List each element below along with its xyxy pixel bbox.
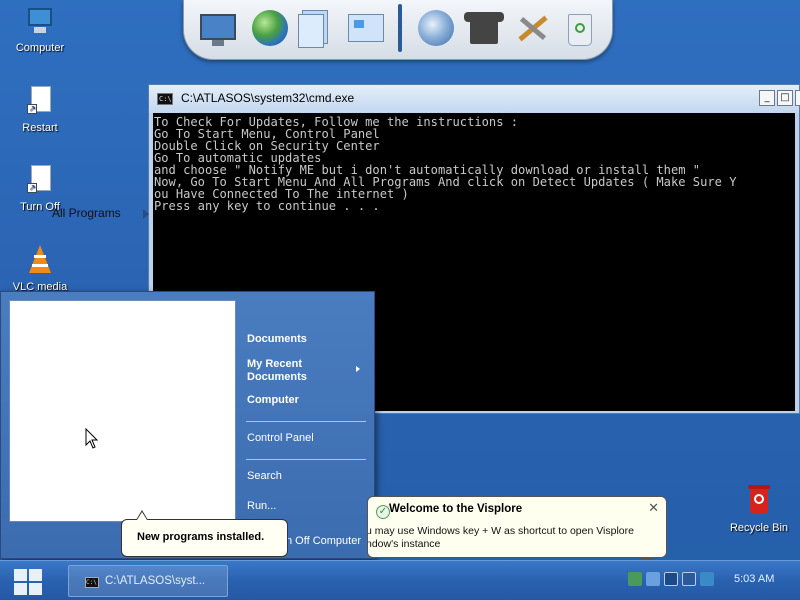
console-line: Press any key to continue . . . [154,199,380,213]
console-icon: C:\ [157,93,173,105]
start-menu-documents[interactable]: Documents [247,333,307,345]
dock-separator [398,4,402,52]
shortcut-document-icon: ↗ [23,84,57,118]
console-icon: C:\ [85,577,99,588]
mouse-pointer-icon [85,428,99,449]
cmd-window-title: C:\ATLASOS\system32\cmd.exe [181,91,355,105]
close-button[interactable]: ✕ [795,90,800,106]
vlc-cone-icon [23,243,57,277]
desktop-icon-label: Restart [22,122,58,134]
start-menu-run[interactable]: Run... [247,500,276,512]
start-menu-turn-off[interactable]: n Off Computer [286,535,361,547]
minimize-button[interactable]: _ [759,90,775,106]
tooltip-text: New programs installed. [137,531,265,543]
new-programs-tooltip: New programs installed. [121,519,288,557]
start-menu-programs-pane [9,300,236,522]
computer-icon [23,4,57,38]
start-menu-recent-documents[interactable]: My Recent [247,358,302,370]
all-programs-arrow-icon [143,209,149,219]
recycle-bin-icon[interactable] [558,6,602,50]
desktop-icon-computer[interactable]: Computer [0,4,80,54]
balloon-close-button[interactable]: ✕ [648,500,659,516]
start-menu-control-panel[interactable]: Control Panel [247,432,314,444]
balloon-line: u may use Windows key + W as shortcut to… [367,525,634,537]
start-menu-divider [246,421,366,422]
taskbar-clock[interactable]: 5:03 AM [734,573,774,585]
windows-logo-pane [29,583,42,595]
start-menu-computer[interactable]: Computer [247,394,299,406]
balloon-message: u may use Windows key + W as shortcut to… [367,525,658,551]
globe-icon[interactable] [248,6,292,50]
shortcut-document-icon: ↗ [23,163,57,197]
tray-network-icon[interactable] [628,572,642,586]
scrollbar[interactable] [795,113,799,411]
files-icon[interactable] [294,6,338,50]
maximize-button[interactable]: □ [777,90,793,106]
start-menu-search[interactable]: Search [247,470,282,482]
top-dock [183,0,613,60]
windows-logo-pane [29,569,42,581]
tooltip-tail-inner [137,512,147,520]
desktop-icon-label: Computer [15,42,65,54]
info-icon: ✓ [376,505,390,519]
desktop-icon-label: Recycle Bin [729,522,789,534]
monitor-icon[interactable] [196,6,240,50]
desktop-icon-restart[interactable]: ↗ Restart [0,84,80,134]
tray-shield-icon[interactable] [646,572,660,586]
window-icon[interactable] [344,6,388,50]
tshirt-icon[interactable] [462,6,506,50]
balloon-line: ndow's instance [367,538,441,550]
earth-icon[interactable] [414,6,458,50]
cmd-titlebar[interactable]: C:\ C:\ATLASOS\system32\cmd.exe _ □ ✕ [149,85,800,113]
tray-window-icon[interactable] [664,572,678,586]
start-menu-divider [246,459,366,460]
submenu-arrow-icon [356,366,360,372]
taskbar: C:\ C:\ATLASOS\syst... [0,560,800,600]
desktop-icon-recycle-bin[interactable]: Recycle Bin [719,484,799,534]
tools-icon[interactable] [510,6,554,50]
windows-logo-pane [14,583,27,595]
taskbar-item-cmd[interactable]: C:\ C:\ATLASOS\syst... [68,565,228,597]
recycle-bin-icon [742,484,776,518]
notification-balloon: ✓ Welcome to the Visplore ✕ u may use Wi… [367,496,667,558]
desktop-icon-vlc[interactable]: VLC media [0,243,80,293]
windows-logo-icon [14,569,27,581]
start-button[interactable] [10,567,48,597]
tray-app-icon[interactable] [700,572,714,586]
all-programs-button[interactable]: All Programs [52,206,121,220]
taskbar-item-label: C:\ATLASOS\syst... [105,575,206,587]
balloon-title: Welcome to the Visplore [389,503,523,515]
start-menu-recent-documents-line2[interactable]: Documents [247,371,307,383]
tray-monitor-icon[interactable] [682,572,696,586]
